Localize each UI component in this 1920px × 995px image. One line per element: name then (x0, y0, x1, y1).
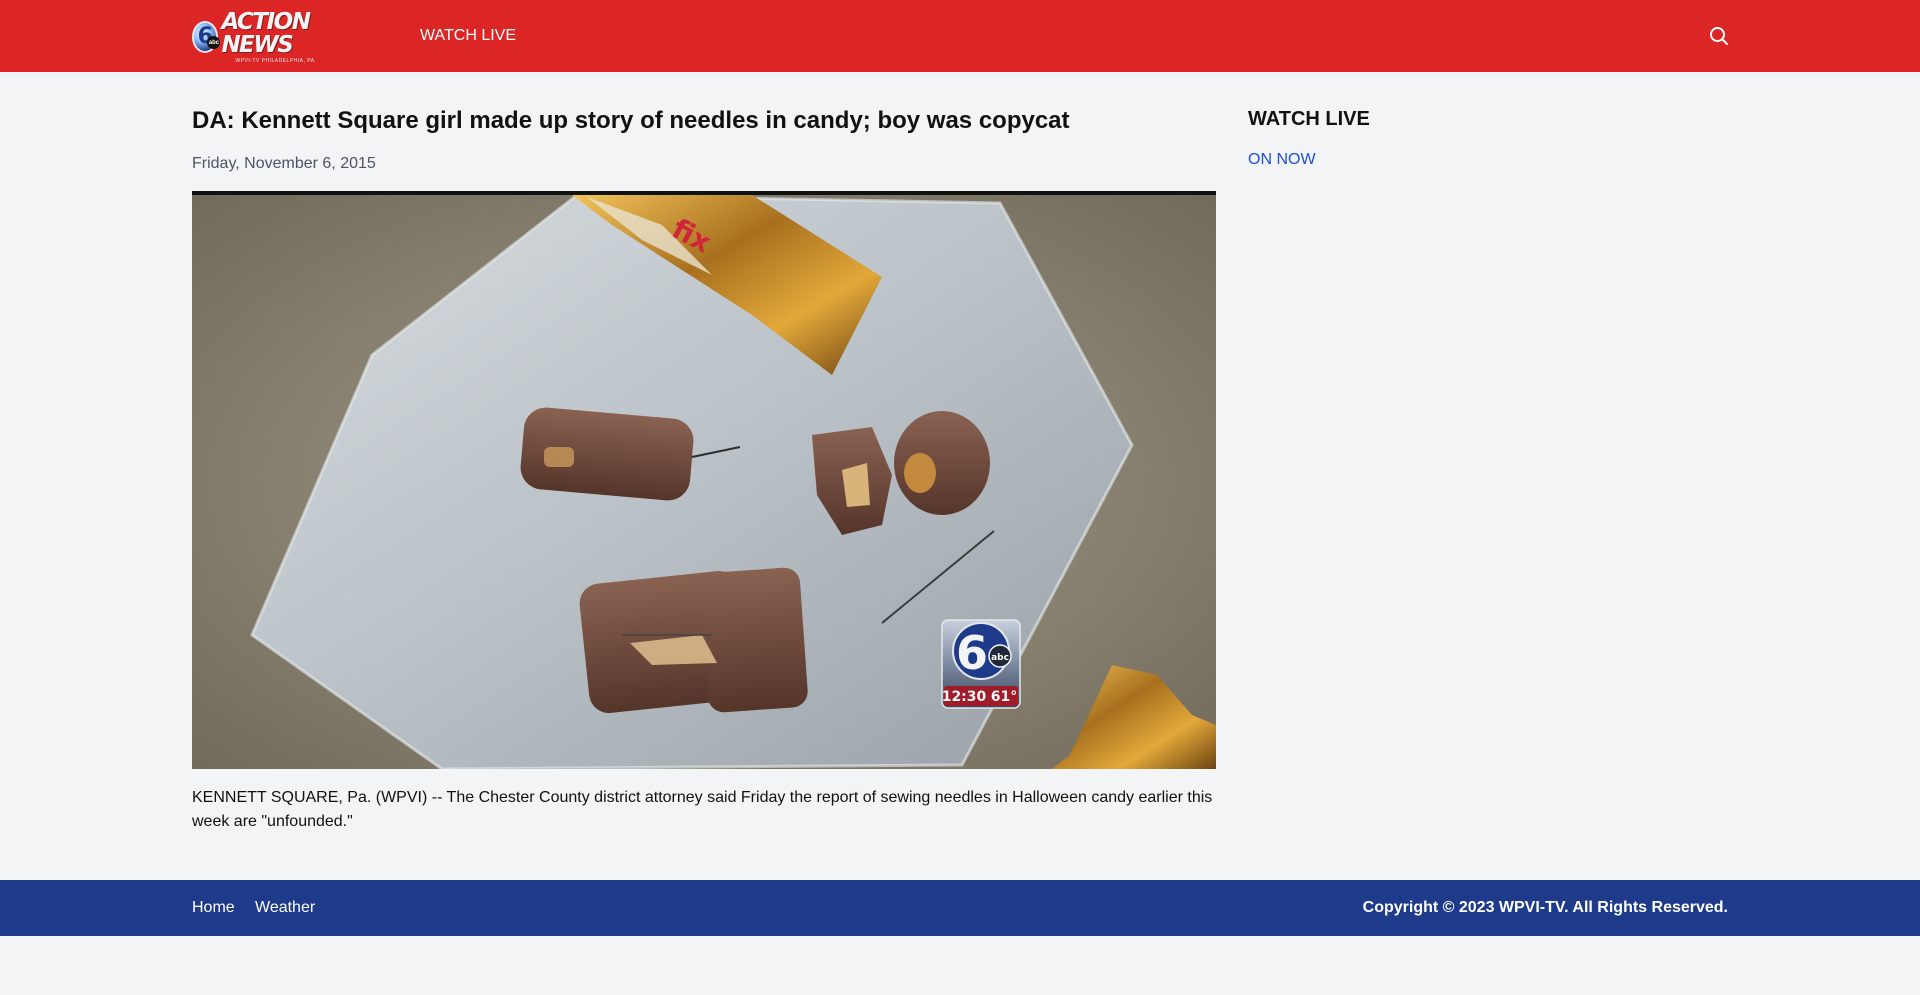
abc-logo: abc (207, 36, 221, 49)
article-date: Friday, November 6, 2015 (192, 155, 376, 172)
sidebar-title: WATCH LIVE (1248, 108, 1370, 130)
logo-subtext: WPVI-TV PHILADELPHIA, PA (235, 57, 315, 64)
site-logo[interactable]: 6 abc ACTION NEWS WPVI-TV PHILADELPHIA, … (192, 10, 354, 64)
nav-watch-live-link[interactable]: WATCH LIVE (420, 26, 516, 46)
image-bug-abc: abc (991, 653, 1009, 663)
footer-copyright: Copyright © 2023 WPVI-TV. All Rights Res… (1362, 899, 1728, 916)
article-headline: DA: Kennett Square girl made up story of… (192, 107, 1070, 134)
site-footer: Home Weather Copyright © 2023 WPVI-TV. A… (0, 880, 1920, 936)
site-header: 6 abc ACTION NEWS WPVI-TV PHILADELPHIA, … (0, 0, 1920, 72)
article-body: KENNETT SQUARE, Pa. (WPVI) -- The Cheste… (192, 789, 1213, 830)
on-now-link[interactable]: ON NOW (1248, 150, 1316, 170)
search-icon[interactable] (1708, 25, 1730, 47)
footer-weather-link[interactable]: Weather (255, 898, 315, 918)
logo-text: ACTION NEWS (221, 8, 311, 58)
article-hero-image: fix 6 abc 12:30 61° (192, 191, 1216, 769)
footer-home-link[interactable]: Home (192, 898, 235, 918)
svg-text:6: 6 (956, 626, 988, 680)
image-bug-time: 12:30 (942, 689, 987, 705)
channel-6-badge-icon: 6 abc (192, 21, 221, 53)
image-bug-temp: 61° (991, 689, 1017, 705)
